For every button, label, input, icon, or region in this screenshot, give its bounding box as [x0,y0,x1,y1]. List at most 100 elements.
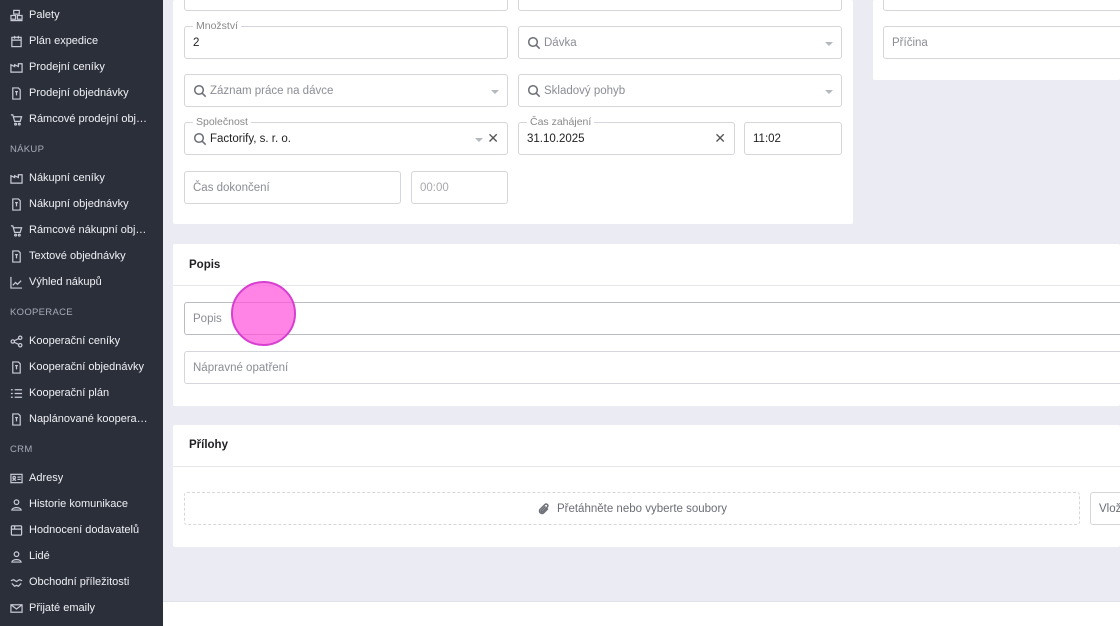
sidebar-item-kooperacni-objednavky[interactable]: Kooperační objednávky [0,355,163,379]
search-icon [193,132,207,146]
sidebar-section-nakup: NÁKUP [10,144,45,155]
sidebar-item-hodnoceni-dodavatelu[interactable]: Hodnocení dodavatelů [0,518,163,542]
paperclip-icon [537,502,557,516]
sidebar-item-prodejni-ceniky[interactable]: Prodejní ceníky [0,55,163,79]
document-icon [10,412,23,426]
document-icon [10,197,23,211]
popis-section-title: Popis [189,259,221,271]
chevron-down-icon[interactable] [825,42,833,46]
pricelist-icon [10,172,23,185]
chevron-down-icon[interactable] [825,90,833,94]
trend-chart-icon [10,276,23,289]
zaznam-prace-placeholder: Záznam práce na dávce [210,85,334,97]
cas-dokonceni-date-field[interactable]: Čas dokončení [184,171,401,204]
spolecnost-label: Společnost [193,116,251,128]
top-field-right[interactable] [518,0,842,11]
prilohy-card: Přílohy Přetáhněte nebo vyberte soubory … [173,425,1120,547]
skladovy-pohyb-placeholder: Skladový pohyb [544,85,626,97]
calendar-icon [10,35,23,48]
click-indicator [231,281,296,346]
skladovy-pohyb-select[interactable]: Skladový pohyb [518,74,842,107]
cas-zahajeni-date: 31.10.2025 [527,133,585,145]
sidebar-item-ramcove-prodejni[interactable]: Rámcové prodejní objed... [0,107,163,131]
sidebar-item-label: Kooperační ceníky [29,335,121,347]
cas-zahajeni-date-field[interactable]: Čas zahájení 31.10.2025 ✕ [518,116,735,155]
mail-icon [10,602,23,615]
top-field-right-card[interactable] [883,0,1120,11]
zaznam-prace-select[interactable]: Záznam práce na dávce [184,74,508,107]
sidebar-item-prijate-emaily[interactable]: Přijaté emaily [0,596,163,620]
document-icon [10,86,23,100]
popis-textarea[interactable]: Popis [184,302,1120,335]
divider [173,285,1120,286]
mnozstvi-value: 2 [193,37,200,49]
sidebar-item-prodejni-objednavky[interactable]: Prodejní objednávky [0,81,163,105]
document-icon [10,249,23,263]
sidebar-item-nakupni-objednavky[interactable]: Nákupní objednávky [0,192,163,216]
pallet-icon [10,9,23,22]
divider [173,466,1120,467]
chevron-down-icon[interactable] [491,90,499,94]
form-card: Množství 2 Dávka Záznam práce na dávce S… [173,0,853,224]
sidebar-item-label: Kooperační plán [29,387,110,399]
sidebar-item-naplanovane-kooperacni[interactable]: Naplánované kooperačn... [0,407,163,431]
clear-icon[interactable]: ✕ [487,131,499,145]
spolecnost-select[interactable]: Společnost Factorify, s. r. o. ✕ [184,116,508,155]
cas-dokonceni-time-placeholder: 00:00 [420,182,449,194]
sidebar-item-label: Adresy [29,472,64,484]
sidebar-item-label: Obchodní příležitosti [29,576,130,588]
sidebar-item-label: Naplánované kooperačn... [29,413,151,425]
sidebar-item-label: Palety [29,9,60,21]
davka-placeholder: Dávka [544,37,577,49]
bottom-bar [163,601,1120,626]
sidebar-item-ramcove-nakupni[interactable]: Rámcové nákupní objed... [0,218,163,242]
sidebar-section-kooperace: KOOPERACE [10,307,73,318]
address-card-icon [10,472,23,485]
cas-zahajeni-time: 11:02 [753,133,781,145]
cart-icon [10,113,23,126]
sidebar-item-label: Lidé [29,550,50,562]
davka-select[interactable]: Dávka [518,26,842,59]
file-dropzone[interactable]: Přetáhněte nebo vyberte soubory [184,492,1080,525]
napravne-opatreni-placeholder: Nápravné opatření [193,362,289,374]
popis-placeholder: Popis [193,313,222,325]
cas-zahajeni-label: Čas zahájení [527,116,595,128]
sidebar-item-nakupni-ceniky[interactable]: Nákupní ceníky [0,166,163,190]
sidebar-item-adresy[interactable]: Adresy [0,466,163,490]
sidebar-item-obchodni-prilezitosti[interactable]: Obchodní příležitosti [0,570,163,594]
sidebar-item-palety[interactable]: Palety [0,3,163,27]
cart-icon [10,224,23,237]
insert-button[interactable]: Vlož [1090,492,1120,525]
insert-button-label: Vlož [1099,503,1120,515]
sidebar-item-lide[interactable]: Lidé [0,544,163,568]
cas-dokonceni-time-field[interactable]: 00:00 [411,171,508,204]
rating-box-icon [10,524,23,537]
mnozstvi-field[interactable]: Množství 2 [184,20,508,59]
pricina-field[interactable]: Příčina [883,26,1120,59]
sidebar-item-label: Rámcové prodejní objed... [29,113,151,125]
sidebar-item-historie-komunikace[interactable]: Historie komunikace [0,492,163,516]
napravne-opatreni-textarea[interactable]: Nápravné opatření [184,351,1120,384]
popis-card: Popis Popis Nápravné opatření [173,244,1120,406]
list-icon [10,387,23,400]
share-icon [10,335,23,348]
sidebar-item-label: Přijaté emaily [29,602,96,614]
spolecnost-value: Factorify, s. r. o. [210,133,291,145]
sidebar-item-plan-expedice[interactable]: Plán expedice [0,29,163,53]
sidebar-item-textove-objednavky[interactable]: Textové objednávky [0,244,163,268]
cas-zahajeni-time-field[interactable]: 11:02 [744,122,842,155]
sidebar-item-label: Rámcové nákupní objed... [29,224,151,236]
chevron-down-icon[interactable] [475,138,483,142]
sidebar-item-label: Prodejní ceníky [29,61,105,73]
sidebar-item-label: Plán expedice [29,35,99,47]
sidebar-item-label: Výhled nákupů [29,276,102,288]
search-icon [193,84,207,98]
clear-icon[interactable]: ✕ [714,131,726,145]
person-icon [10,550,23,563]
sidebar-item-kooperacni-ceniky[interactable]: Kooperační ceníky [0,329,163,353]
sidebar-item-kooperacni-plan[interactable]: Kooperační plán [0,381,163,405]
top-field-left[interactable] [184,0,508,11]
right-form-card: Příčina [873,0,1120,80]
sidebar-item-vyhled-nakupu[interactable]: Výhled nákupů [0,270,163,294]
sidebar-section-crm: CRM [10,444,33,455]
